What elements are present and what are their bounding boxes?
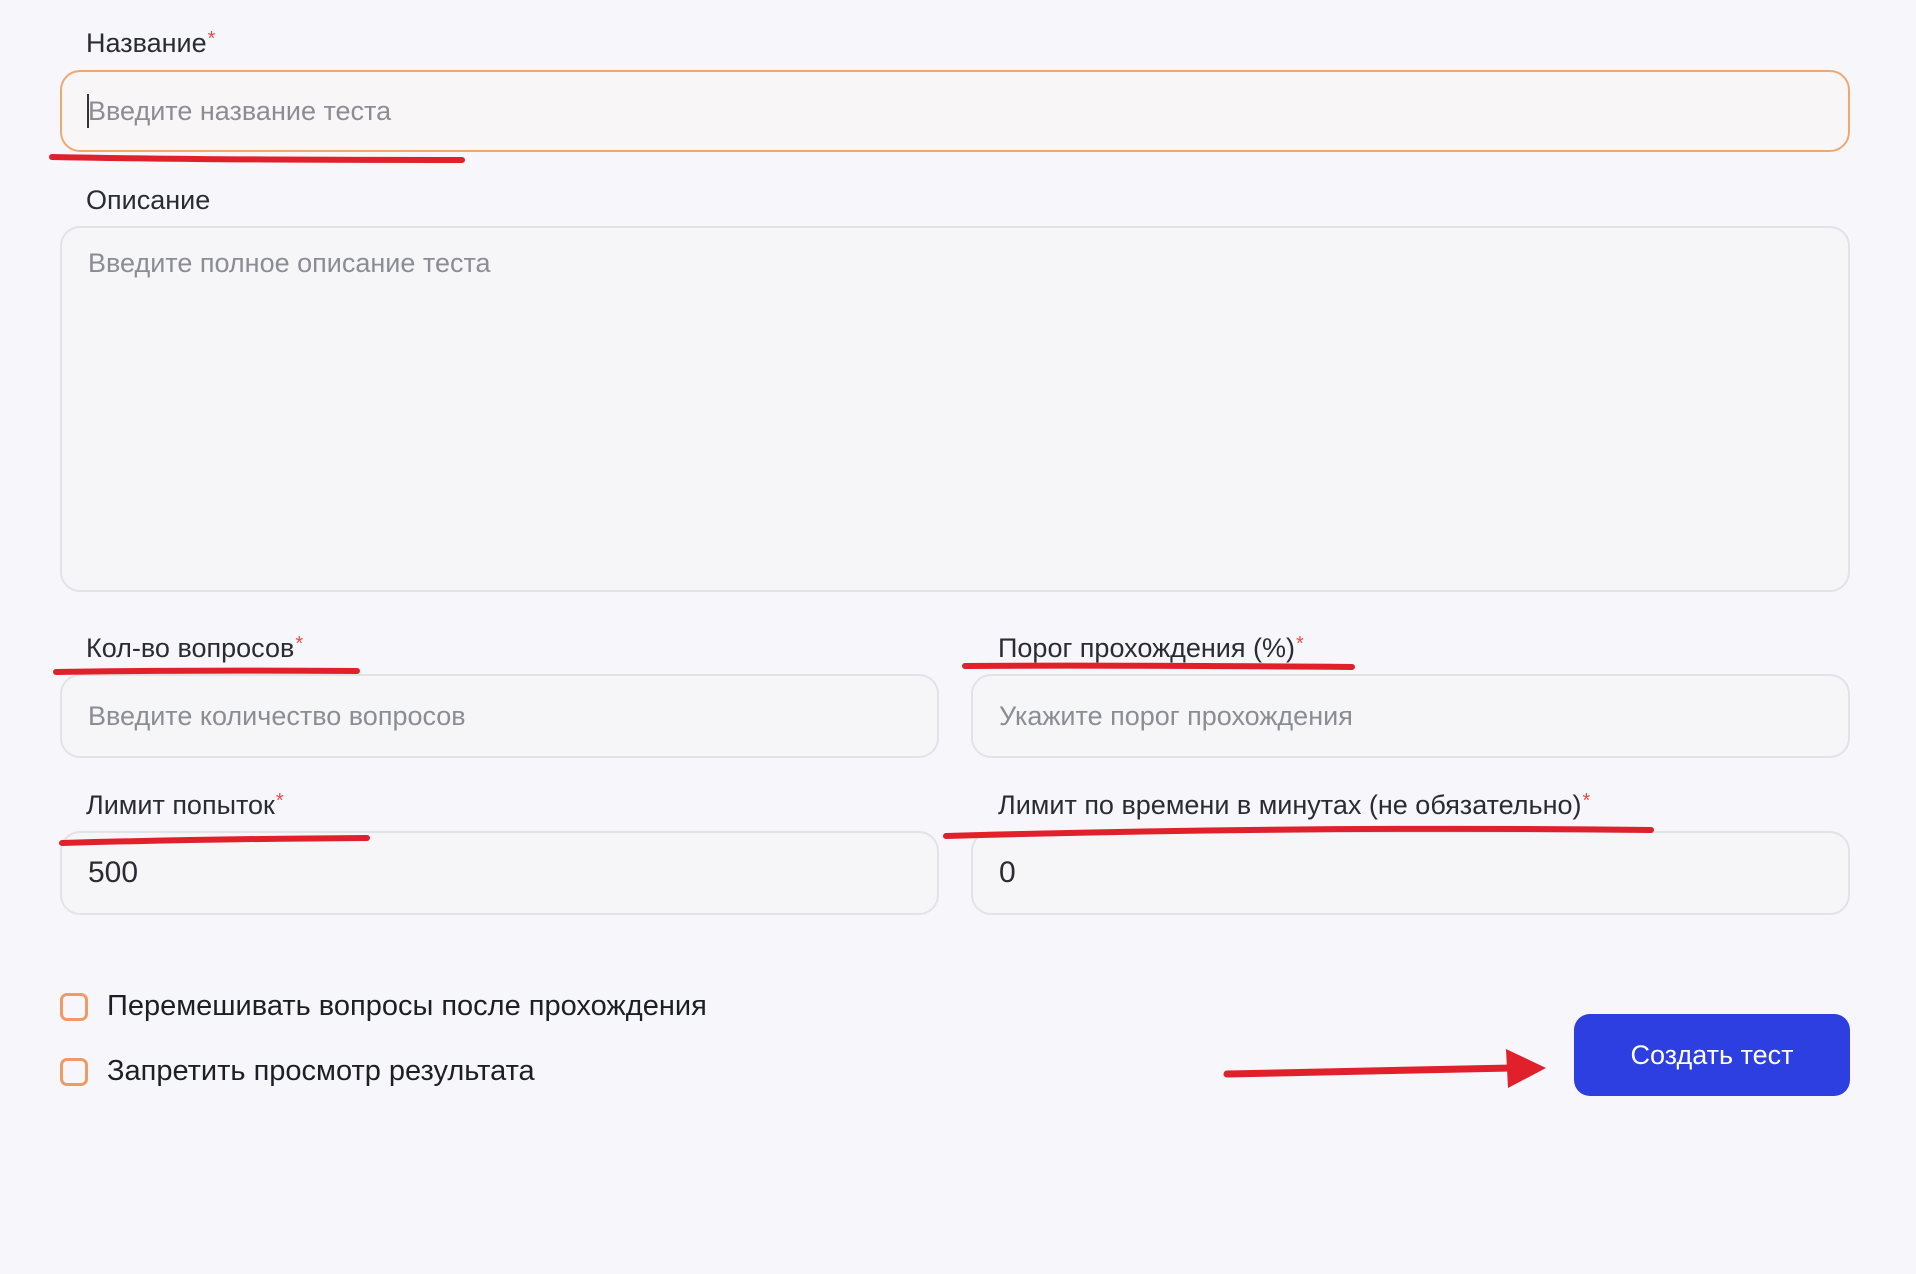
questions-count-label-text: Кол-во вопросов	[86, 633, 295, 663]
underline-questions-count	[53, 667, 360, 675]
description-label: Описание	[86, 185, 210, 216]
shuffle-questions-label: Перемешивать вопросы после прохождения	[107, 990, 707, 1022]
questions-count-label: Кол-во вопросов*	[86, 633, 303, 664]
time-limit-label-text: Лимит по времени в минутах (не обязатель…	[998, 790, 1582, 820]
arrow-head	[1506, 1049, 1546, 1088]
underline-pass-threshold	[962, 662, 1355, 670]
required-mark: *	[207, 28, 216, 50]
pass-threshold-label-text: Порог прохождения (%)	[998, 633, 1295, 663]
arrow-shaft	[1223, 1064, 1516, 1078]
name-input[interactable]	[60, 70, 1850, 152]
underline-name	[49, 154, 465, 163]
questions-count-input[interactable]	[60, 674, 939, 758]
time-limit-input[interactable]	[971, 831, 1850, 915]
attempts-limit-label: Лимит попыток*	[86, 790, 284, 821]
time-limit-label: Лимит по времени в минутах (не обязатель…	[998, 790, 1590, 821]
description-textarea[interactable]	[60, 226, 1850, 592]
create-test-button[interactable]: Создать тест	[1574, 1014, 1850, 1096]
hide-results-row[interactable]: Запретить просмотр результата	[60, 1055, 535, 1088]
hide-results-checkbox[interactable]	[60, 1057, 88, 1086]
name-label-text: Название	[86, 28, 207, 58]
shuffle-questions-checkbox[interactable]	[60, 992, 88, 1021]
name-label: Название*	[86, 28, 215, 59]
attempts-limit-label-text: Лимит попыток	[86, 790, 275, 820]
pass-threshold-label: Порог прохождения (%)*	[998, 633, 1304, 664]
shuffle-questions-row[interactable]: Перемешивать вопросы после прохождения	[60, 990, 707, 1023]
required-mark: *	[275, 790, 284, 812]
required-mark: *	[295, 633, 304, 655]
required-mark: *	[1582, 790, 1591, 812]
required-mark: *	[1296, 633, 1304, 655]
attempts-limit-input[interactable]	[60, 831, 939, 915]
pass-threshold-input[interactable]	[971, 674, 1850, 758]
text-caret	[87, 94, 89, 128]
description-label-text: Описание	[86, 185, 211, 215]
hide-results-label: Запретить просмотр результата	[107, 1055, 535, 1087]
